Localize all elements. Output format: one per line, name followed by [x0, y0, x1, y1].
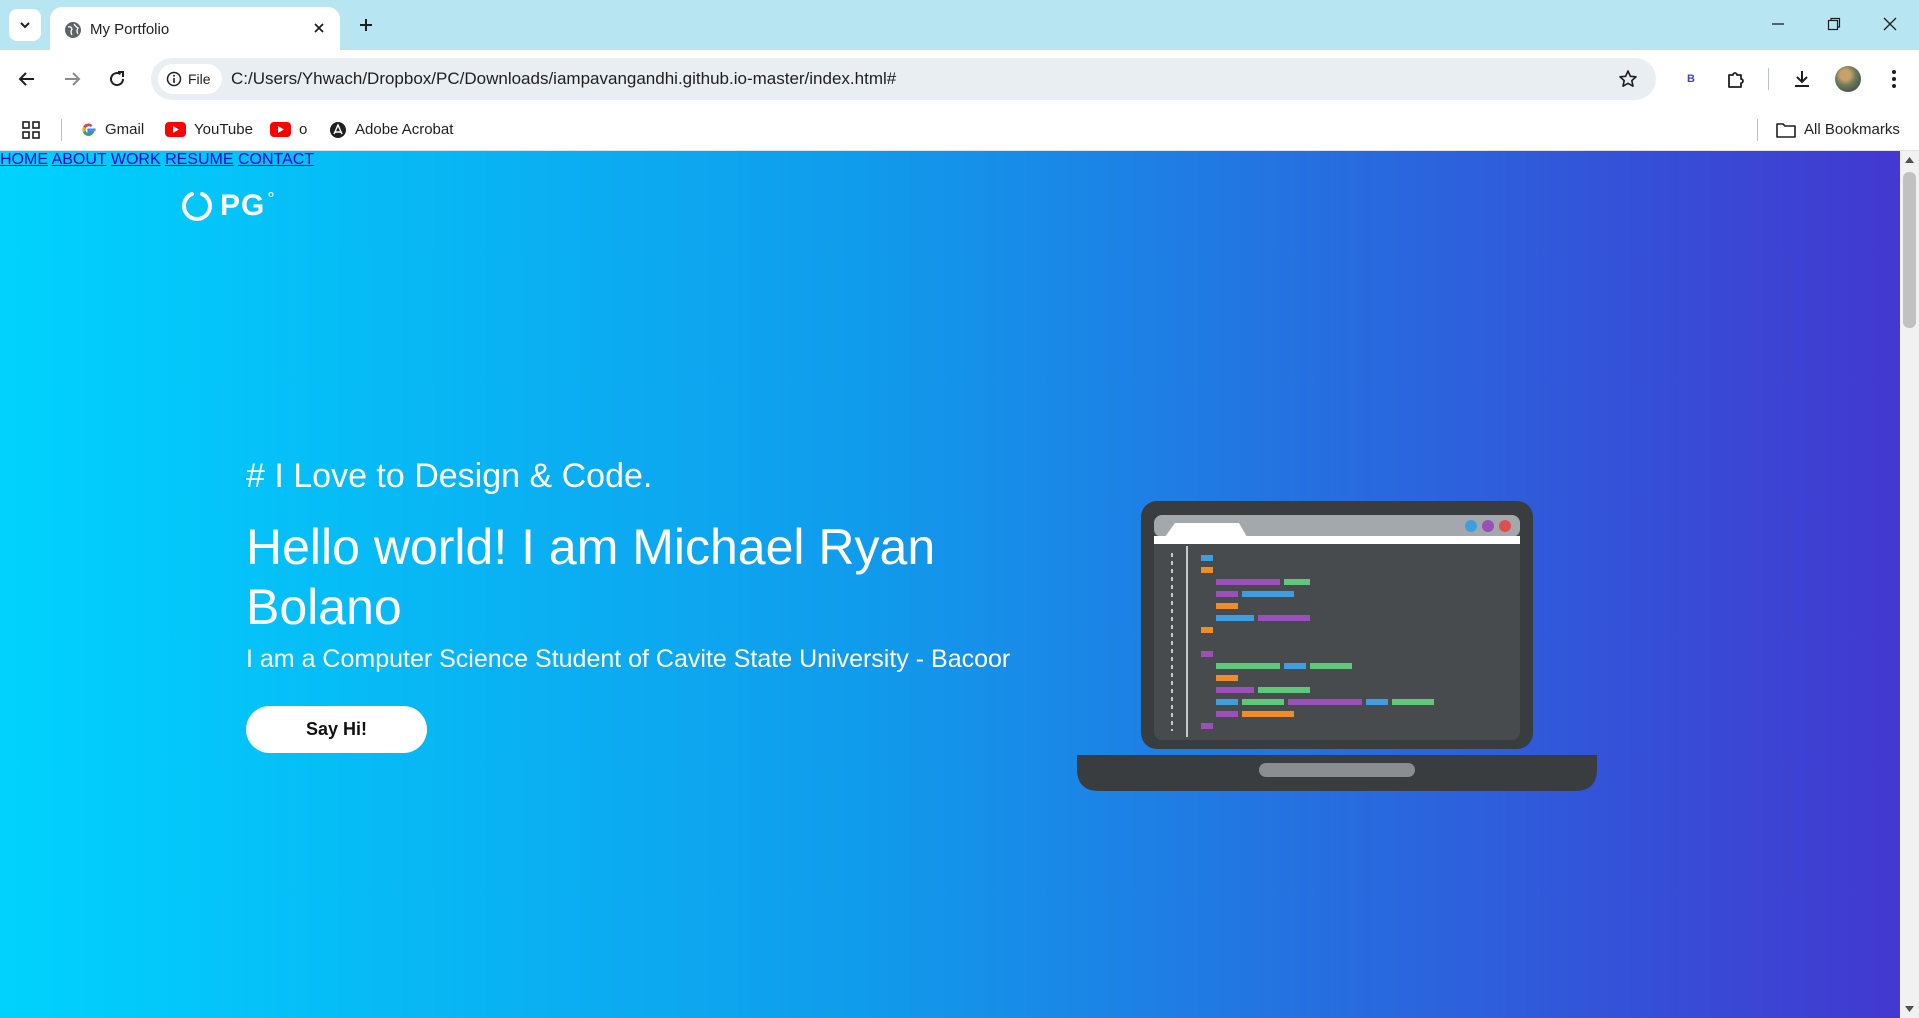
tab-title: My Portfolio	[90, 21, 170, 38]
bookmark-adobe-acrobat[interactable]: Adobe Acrobat	[329, 108, 453, 151]
bookmarks-bar: Gmail YouTube o Adobe Acrobat All Bookma…	[0, 108, 1919, 151]
puzzle-icon	[1728, 72, 1744, 88]
all-bookmarks-button[interactable]: All Bookmarks	[1776, 108, 1900, 151]
avatar	[1835, 66, 1861, 92]
google-icon	[82, 123, 96, 136]
tab-search-button[interactable]	[9, 9, 41, 41]
folder-icon	[1776, 122, 1796, 138]
hero-title: Hello world! I am Michael Ryan Bolano	[246, 519, 936, 635]
extension-b-icon: B	[1687, 73, 1695, 85]
logo-ring-icon	[182, 192, 212, 221]
extension-b-button[interactable]: B	[1674, 62, 1708, 96]
restore-icon	[1827, 17, 1841, 31]
bookmarks-divider	[1757, 119, 1758, 141]
all-bookmarks-label: All Bookmarks	[1804, 121, 1900, 138]
back-button[interactable]	[10, 62, 44, 96]
nav-about[interactable]: ABOUT	[52, 151, 107, 168]
say-hi-button[interactable]: Say Hi!	[246, 706, 427, 753]
apps-button[interactable]	[22, 108, 40, 151]
youtube-icon	[270, 122, 291, 137]
triangle-down-icon	[1905, 1006, 1914, 1012]
acrobat-icon	[330, 121, 346, 138]
bookmark-o[interactable]: o	[270, 108, 307, 151]
toolbar-divider	[1768, 68, 1769, 90]
arrow-right-icon	[65, 72, 81, 86]
scroll-thumb[interactable]	[1903, 172, 1916, 328]
page-scrollbar[interactable]	[1900, 151, 1919, 1018]
browser-tab-active[interactable]: My Portfolio	[50, 7, 340, 50]
site-info-chip[interactable]: File	[158, 64, 222, 94]
minimize-button[interactable]	[1755, 8, 1801, 40]
site-logo[interactable]: PG °	[180, 189, 275, 223]
bookmark-label: YouTube	[194, 121, 253, 138]
logo-mark: °	[267, 188, 275, 209]
close-icon	[314, 23, 324, 33]
scroll-up-button[interactable]	[1900, 153, 1919, 167]
browser-toolbar: File C:/Users/Yhwach/Dropbox/PC/Download…	[0, 50, 1919, 108]
more-vertical-icon	[1892, 70, 1896, 88]
menu-button[interactable]	[1877, 62, 1911, 96]
new-tab-button[interactable]	[352, 11, 380, 39]
url-text[interactable]: C:/Users/Yhwach/Dropbox/PC/Downloads/iam…	[231, 69, 896, 89]
profile-button[interactable]	[1831, 62, 1865, 96]
star-icon	[1619, 70, 1637, 87]
downloads-button[interactable]	[1785, 62, 1819, 96]
arrow-left-icon	[18, 72, 34, 86]
close-window-button[interactable]	[1867, 8, 1913, 40]
page-viewport: PG ° HOME ABOUT WORK RESUME CONTACT # I …	[0, 151, 1900, 1018]
minimize-icon	[1772, 23, 1784, 25]
hero-subtitle: # I Love to Design & Code.	[246, 457, 653, 495]
reload-button[interactable]	[100, 62, 134, 96]
laptop-illustration	[1077, 501, 1597, 791]
tab-close-button[interactable]	[308, 17, 330, 39]
bookmark-label: o	[299, 121, 308, 138]
apps-grid-icon	[22, 120, 40, 139]
chevron-down-icon	[20, 22, 30, 29]
extensions-button[interactable]	[1719, 62, 1753, 96]
scheme-label: File	[188, 71, 211, 87]
bookmark-label: Adobe Acrobat	[355, 121, 454, 138]
nav-resume[interactable]: RESUME	[165, 151, 233, 168]
address-bar[interactable]: File C:/Users/Yhwach/Dropbox/PC/Download…	[151, 58, 1656, 100]
tab-strip: My Portfolio	[0, 0, 1919, 50]
download-icon	[1795, 71, 1809, 87]
main-nav: HOME ABOUT WORK RESUME CONTACT	[0, 151, 1900, 169]
forward-button[interactable]	[55, 62, 89, 96]
nav-home[interactable]: HOME	[0, 151, 48, 168]
bookmarks-divider	[61, 119, 62, 141]
info-icon	[166, 71, 182, 87]
reload-icon	[110, 71, 125, 87]
scroll-down-button[interactable]	[1900, 1002, 1919, 1016]
nav-work[interactable]: WORK	[111, 151, 161, 168]
triangle-up-icon	[1905, 157, 1914, 163]
restore-button[interactable]	[1811, 8, 1857, 40]
close-icon	[1883, 17, 1897, 31]
bookmark-youtube[interactable]: YouTube	[165, 108, 253, 151]
bookmark-gmail[interactable]: Gmail	[80, 108, 144, 151]
nav-contact[interactable]: CONTACT	[238, 151, 314, 168]
plus-icon	[360, 19, 372, 31]
bookmark-label: Gmail	[105, 121, 145, 138]
hero-description: I am a Computer Science Student of Cavit…	[246, 645, 1011, 673]
bookmark-star-button[interactable]	[1616, 67, 1640, 91]
logo-text: PG	[220, 189, 266, 222]
globe-icon	[65, 22, 81, 38]
youtube-icon	[165, 122, 186, 137]
